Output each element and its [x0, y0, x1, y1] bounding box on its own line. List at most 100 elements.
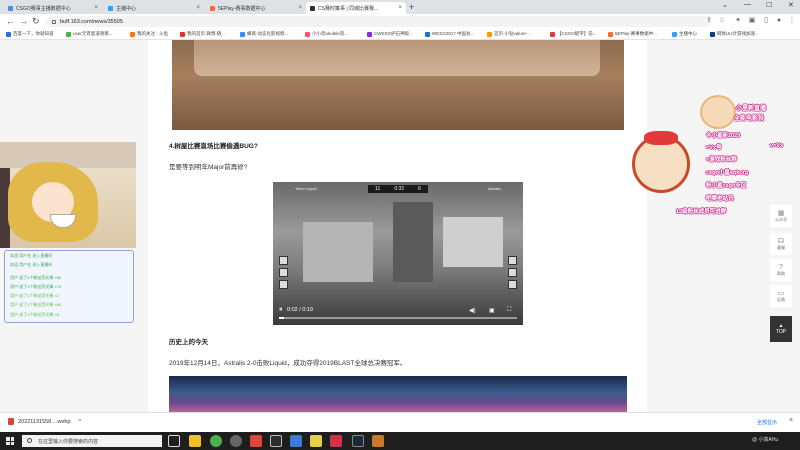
close-tab-icon[interactable]: × [94, 5, 98, 11]
stream-chat-overlay: 欢迎 用户名 进入直播间 欢迎 用户名 进入直播间 用户 送了1个粉丝荧光棒 ×… [4, 250, 134, 323]
video-progress-bar[interactable] [279, 317, 517, 319]
video-scene-wall [303, 222, 373, 282]
tab-favicon-icon [210, 5, 215, 11]
address-bar[interactable]: buff.163.com/news/35505 [46, 16, 711, 27]
app-icon[interactable] [310, 435, 322, 447]
volume-icon[interactable]: ◀) [469, 307, 476, 314]
bookmark-item[interactable]: 百度一下，你就知道 [6, 31, 54, 37]
file-icon [8, 418, 14, 425]
sidepanel-icon[interactable]: ▯ [762, 17, 770, 25]
bookmark-star-icon[interactable]: ☆ [718, 17, 726, 25]
top-label: TOP [775, 329, 787, 335]
chat-message: 用户 送了1个粉丝荧光棒 ×2 [10, 293, 60, 298]
app-icon[interactable] [330, 435, 342, 447]
sidebar-item-service[interactable]: ☊ 客服 [770, 233, 792, 255]
bookmark-favicon-icon [367, 31, 372, 37]
video-player[interactable]: Team Liquid 11 0:32 6 Astralis ⏸ 0:02 / … [273, 182, 523, 325]
tab-5eplay[interactable]: 5EPlay-赛事数据中心 × [206, 2, 306, 14]
chevron-up-icon[interactable]: ^ [79, 419, 82, 425]
bookmark-item[interactable]: 5EPlay-赛事数据中... [608, 31, 657, 37]
bookmarks-bar: 百度一下，你就知道 user元宵蛋道请那... 我的关注 - 斗鱼 我的首页 微… [0, 29, 800, 40]
bookmark-item[interactable]: 首页-小钻valure-... [487, 31, 531, 37]
tab-cs-news[interactable]: CS赛时策事 | 同城比赛赛... × [306, 2, 406, 14]
close-tab-icon[interactable]: × [196, 5, 200, 11]
reload-icon[interactable]: ↻ [32, 16, 40, 27]
bookmark-label: WESG2017 中国总... [432, 31, 475, 36]
extension-icon[interactable]: ✦ [734, 17, 742, 25]
show-all-downloads-button[interactable]: 全部显示 [757, 419, 777, 426]
close-tab-icon[interactable]: × [298, 5, 302, 11]
bookmark-label: CWESG护石神殿... [374, 31, 413, 36]
bookmark-favicon-icon [130, 31, 135, 37]
task-view-icon[interactable] [168, 435, 180, 447]
banner-title: 小星新直播 [736, 106, 767, 112]
steam-icon[interactable] [352, 435, 364, 447]
fullscreen-icon[interactable]: ⛶ [507, 307, 511, 314]
forward-icon[interactable]: → [19, 16, 28, 26]
chrome-icon[interactable] [210, 435, 222, 447]
tab-streamer-center[interactable]: 主播中心 × [104, 2, 204, 14]
share-icon[interactable]: ⇪ [705, 17, 713, 25]
bookmark-item[interactable]: 【CSGO赋字】前... [550, 31, 597, 37]
banner-line: v=Vx [770, 143, 783, 149]
close-tab-icon[interactable]: × [398, 5, 402, 11]
chat-message: 用户 送了1个粉丝荧光棒 ×8 [10, 312, 60, 317]
bookmark-favicon-icon [425, 31, 430, 37]
windows-start-icon[interactable] [6, 437, 14, 445]
minimize-icon[interactable]: — [744, 1, 751, 8]
file-explorer-icon[interactable] [189, 435, 201, 447]
bookmark-item[interactable]: 蜂窝-动态化影视频... [240, 31, 288, 37]
download-item[interactable]: 20221131558....webp ^ [8, 418, 81, 425]
taskbar-search[interactable]: 在这里输入你要搜索的内容 [22, 435, 162, 447]
lock-icon [52, 19, 56, 24]
pause-icon[interactable]: ⏸ [279, 306, 283, 314]
tab-csgo-data[interactable]: CSGO赛事主播数据中心 × [4, 2, 102, 14]
menu-icon[interactable]: ⋮ [788, 17, 796, 25]
video-progress-fill [279, 317, 284, 319]
bookmark-item[interactable]: WESG2017 中国总... [425, 31, 474, 37]
hud-player-portrait [279, 280, 288, 289]
article-image-bottom [169, 376, 627, 412]
tab-search-icon[interactable]: ⌄ [722, 1, 728, 9]
back-to-top-button[interactable]: ▲ TOP [770, 316, 792, 342]
chat-message: 欢迎 用户名 进入直播间 [10, 253, 53, 258]
bookmark-favicon-icon [550, 31, 555, 37]
new-tab-button[interactable]: + [409, 2, 414, 12]
maximize-icon[interactable]: ☐ [766, 1, 772, 9]
bookmark-item[interactable]: 主播中心 [672, 31, 697, 37]
hud-player-portrait [508, 256, 517, 265]
bookmark-label: 我的首页 微博-随... [187, 31, 225, 36]
bookmark-item[interactable]: CWESG护石神殿... [367, 31, 413, 37]
app-icon[interactable] [290, 435, 302, 447]
tab-label: CSGO赛事主播数据中心 [16, 5, 71, 12]
tab-favicon-icon [310, 5, 315, 11]
sidebar-item-feedback[interactable]: ▭ 反馈 [770, 285, 792, 307]
sidebar-label: 反馈 [777, 297, 785, 302]
chat-message: 用户 送了1个粉丝荧光棒 ×70 [10, 284, 62, 289]
chat-message: 用户 送了1个粉丝荧光棒 ×50 [10, 275, 62, 280]
hud-round-time: 0:32 [394, 186, 405, 192]
profile-icon[interactable]: ● [775, 17, 783, 25]
bookmark-item[interactable]: 我的首页 微博-随... [180, 31, 225, 37]
bookmark-item[interactable]: 我的关注 - 斗鱼 [130, 31, 168, 37]
banner-line: 吧赛老站讯 [706, 196, 734, 202]
video-scene-building [443, 217, 503, 267]
back-icon[interactable]: ← [6, 16, 15, 26]
close-download-bar-icon[interactable]: × [789, 417, 793, 424]
pip-icon[interactable]: ▣ [489, 307, 495, 314]
app-icon[interactable] [250, 435, 262, 447]
history-text: 2019年12月14日，Astralis 2-0击败Liquid，成功夺得201… [169, 360, 407, 367]
extension2-icon[interactable]: ▣ [748, 17, 756, 25]
sidebar-item-help[interactable]: ? 帮助 [770, 259, 792, 281]
section-heading: 4.树屋比赛直场比赛偷遇BUG? [169, 143, 258, 150]
app-icon[interactable] [372, 435, 384, 447]
feedback-icon: ▭ [777, 290, 785, 297]
app-icon[interactable] [270, 435, 282, 447]
bookmark-item[interactable]: user元宵蛋道请那... [66, 31, 113, 37]
bookmark-item[interactable]: 小小恐ukulele资... [305, 31, 348, 37]
hair-bow [644, 131, 678, 145]
bookmark-item[interactable]: 网易UU计游戏加速... [710, 31, 759, 37]
app-icon[interactable] [230, 435, 242, 447]
close-window-icon[interactable]: ✕ [788, 1, 794, 9]
hud-team-left: Team Liquid [295, 186, 317, 191]
